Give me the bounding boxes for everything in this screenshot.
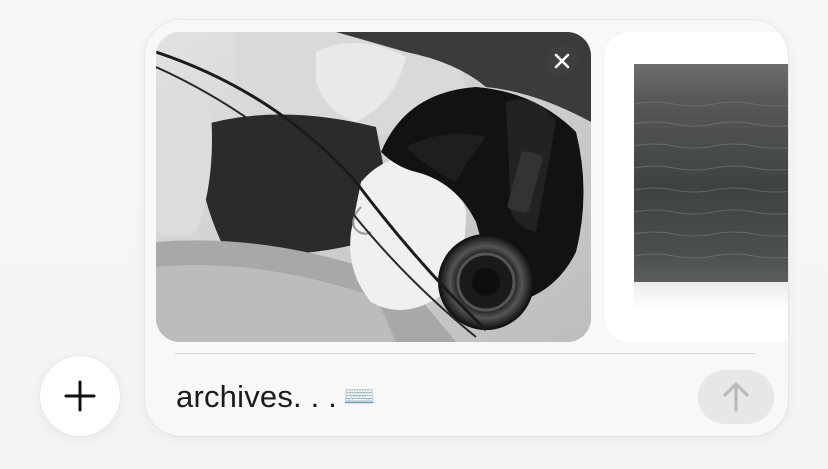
arrow-up-icon xyxy=(723,382,749,412)
attachment-strip[interactable] xyxy=(156,32,788,342)
plus-icon xyxy=(64,380,96,412)
message-input[interactable]: archives. . . ⌨️ xyxy=(176,377,376,417)
close-icon xyxy=(554,53,570,69)
composer-divider xyxy=(175,353,755,354)
remove-attachment-button[interactable] xyxy=(546,45,578,77)
add-attachment-button[interactable] xyxy=(40,356,120,436)
message-composer: archives. . . ⌨️ xyxy=(145,20,788,436)
photo-water-surface xyxy=(634,64,788,310)
message-input-text: archives. . . xyxy=(176,379,338,414)
attachment-second-thumbnail[interactable] xyxy=(604,32,788,342)
photo-person-headphones xyxy=(156,32,591,342)
send-button[interactable] xyxy=(698,370,774,424)
keyboard-emoji: ⌨️ xyxy=(343,382,376,412)
chat-composer-screen: archives. . . ⌨️ xyxy=(0,0,828,469)
attachment-photo-thumbnail[interactable] xyxy=(156,32,591,342)
